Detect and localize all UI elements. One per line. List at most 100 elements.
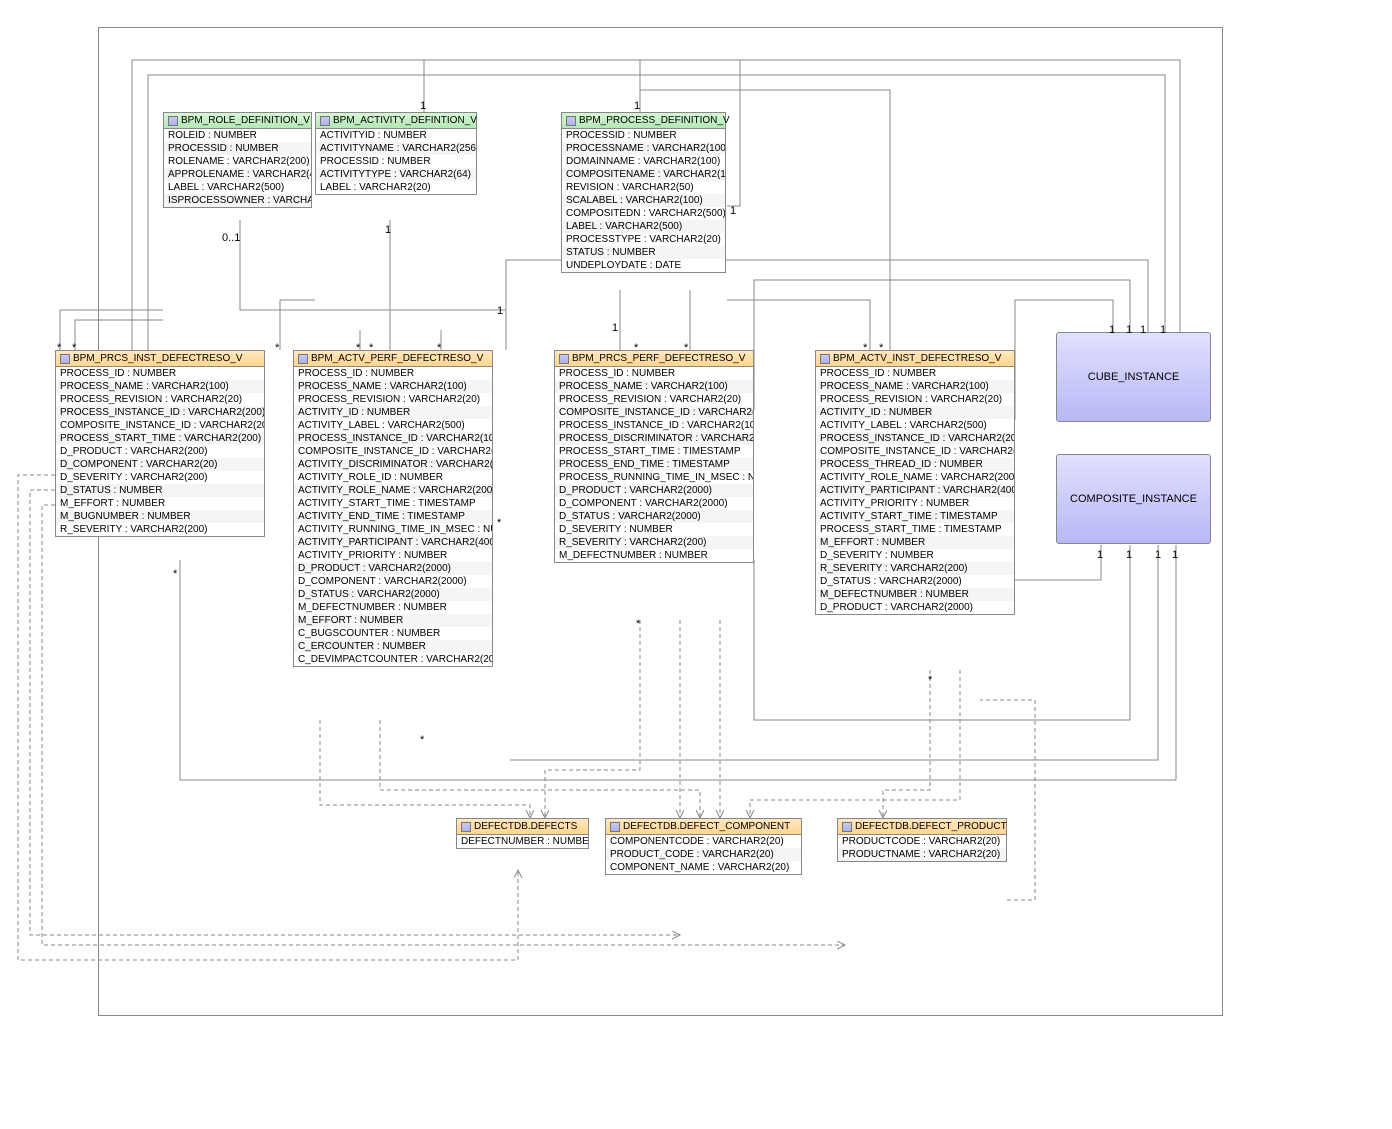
entity-header[interactable]: DEFECTDB.DEFECT_PRODUCT (838, 819, 1006, 835)
entity-field[interactable]: R_SEVERITY : VARCHAR2(200) (555, 536, 753, 549)
entity-field[interactable]: PROCESSID : NUMBER (164, 142, 311, 155)
entity-header[interactable]: BPM_ACTV_INST_DEFECTRESO_V (816, 351, 1014, 367)
entity-field[interactable]: COMPONENT_NAME : VARCHAR2(20) (606, 861, 801, 874)
entity-field[interactable]: C_DEVIMPACTCOUNTER : VARCHAR2(20) (294, 653, 492, 666)
entity-field[interactable]: STATUS : NUMBER (562, 246, 725, 259)
entity-field[interactable]: D_PRODUCT : VARCHAR2(2000) (555, 484, 753, 497)
entity-field[interactable]: D_SEVERITY : NUMBER (816, 549, 1014, 562)
entity-field[interactable]: COMPOSITEDN : VARCHAR2(500) (562, 207, 725, 220)
entity-field[interactable]: PROCESS_NAME : VARCHAR2(100) (816, 380, 1014, 393)
entity-field[interactable]: PROCESS_REVISION : VARCHAR2(20) (555, 393, 753, 406)
entity-field[interactable]: SCALABEL : VARCHAR2(100) (562, 194, 725, 207)
entity-field[interactable]: PROCESS_START_TIME : TIMESTAMP (816, 523, 1014, 536)
entity-field[interactable]: M_EFFORT : NUMBER (56, 497, 264, 510)
entity-field[interactable]: ACTIVITY_START_TIME : TIMESTAMP (294, 497, 492, 510)
entity-field[interactable]: PROCESSID : NUMBER (562, 129, 725, 142)
entity-field[interactable]: D_STATUS : VARCHAR2(2000) (816, 575, 1014, 588)
entity-field[interactable]: PROCESS_INSTANCE_ID : VARCHAR2(200) (56, 406, 264, 419)
entity-field[interactable]: APPROLENAME : VARCHAR2(40) (164, 168, 311, 181)
entity-field[interactable]: PROCESS_REVISION : VARCHAR2(20) (294, 393, 492, 406)
entity-field[interactable]: R_SEVERITY : VARCHAR2(200) (56, 523, 264, 536)
entity-field[interactable]: ACTIVITY_END_TIME : TIMESTAMP (294, 510, 492, 523)
entity-field[interactable]: COMPOSITE_INSTANCE_ID : VARCHAR2(1) (294, 445, 492, 458)
entity-field[interactable]: PROCESS_NAME : VARCHAR2(100) (294, 380, 492, 393)
entity-field[interactable]: ACTIVITY_DISCRIMINATOR : VARCHAR2(2) (294, 458, 492, 471)
entity-field[interactable]: DOMAINNAME : VARCHAR2(100) (562, 155, 725, 168)
entity-field[interactable]: M_DEFECTNUMBER : NUMBER (294, 601, 492, 614)
reference-box-compositeInstance[interactable]: COMPOSITE_INSTANCE (1056, 454, 1211, 544)
entity-field[interactable]: PROCESS_DISCRIMINATOR : VARCHAR2(2) (555, 432, 753, 445)
entity-field[interactable]: ACTIVITY_LABEL : VARCHAR2(500) (816, 419, 1014, 432)
entity-field[interactable]: M_EFFORT : NUMBER (294, 614, 492, 627)
entity-defects[interactable]: DEFECTDB.DEFECTSDEFECTNUMBER : NUMBER (456, 818, 589, 849)
entity-field[interactable]: REVISION : VARCHAR2(50) (562, 181, 725, 194)
entity-field[interactable]: M_EFFORT : NUMBER (816, 536, 1014, 549)
entity-field[interactable]: PROCESS_NAME : VARCHAR2(100) (56, 380, 264, 393)
entity-field[interactable]: ISPROCESSOWNER : VARCHAR2 (164, 194, 311, 207)
entity-header[interactable]: DEFECTDB.DEFECTS (457, 819, 588, 835)
entity-field[interactable]: LABEL : VARCHAR2(500) (164, 181, 311, 194)
entity-field[interactable]: D_COMPONENT : VARCHAR2(2000) (555, 497, 753, 510)
entity-field[interactable]: ACTIVITY_ID : NUMBER (294, 406, 492, 419)
entity-field[interactable]: PROCESS_ID : NUMBER (56, 367, 264, 380)
entity-activityDef[interactable]: BPM_ACTIVITY_DEFINTION_VACTIVITYID : NUM… (315, 112, 477, 195)
entity-actvInst[interactable]: BPM_ACTV_INST_DEFECTRESO_VPROCESS_ID : N… (815, 350, 1015, 615)
entity-field[interactable]: PROCESS_INSTANCE_ID : VARCHAR2(100) (555, 419, 753, 432)
entity-actvPerf[interactable]: BPM_ACTV_PERF_DEFECTRESO_VPROCESS_ID : N… (293, 350, 493, 667)
entity-field[interactable]: ACTIVITY_START_TIME : TIMESTAMP (816, 510, 1014, 523)
entity-field[interactable]: PRODUCTCODE : VARCHAR2(20) (838, 835, 1006, 848)
entity-field[interactable]: PROCESS_INSTANCE_ID : VARCHAR2(100) (294, 432, 492, 445)
entity-field[interactable]: D_PRODUCT : VARCHAR2(2000) (294, 562, 492, 575)
entity-field[interactable]: PROCESSTYPE : VARCHAR2(20) (562, 233, 725, 246)
entity-defectProduct[interactable]: DEFECTDB.DEFECT_PRODUCTPRODUCTCODE : VAR… (837, 818, 1007, 862)
entity-field[interactable]: COMPONENTCODE : VARCHAR2(20) (606, 835, 801, 848)
entity-field[interactable]: PROCESSNAME : VARCHAR2(100) (562, 142, 725, 155)
entity-field[interactable]: R_SEVERITY : VARCHAR2(200) (816, 562, 1014, 575)
entity-field[interactable]: D_PRODUCT : VARCHAR2(200) (56, 445, 264, 458)
entity-field[interactable]: D_PRODUCT : VARCHAR2(2000) (816, 601, 1014, 614)
entity-field[interactable]: COMPOSITENAME : VARCHAR2(10) (562, 168, 725, 181)
entity-field[interactable]: D_STATUS : VARCHAR2(2000) (294, 588, 492, 601)
entity-field[interactable]: PROCESS_START_TIME : VARCHAR2(200) (56, 432, 264, 445)
entity-field[interactable]: LABEL : VARCHAR2(20) (316, 181, 476, 194)
entity-header[interactable]: BPM_ROLE_DEFINITION_V (164, 113, 311, 129)
entity-field[interactable]: D_COMPONENT : VARCHAR2(20) (56, 458, 264, 471)
entity-field[interactable]: PROCESS_END_TIME : TIMESTAMP (555, 458, 753, 471)
entity-field[interactable]: PROCESSID : NUMBER (316, 155, 476, 168)
entity-header[interactable]: BPM_ACTV_PERF_DEFECTRESO_V (294, 351, 492, 367)
entity-field[interactable]: COMPOSITE_INSTANCE_ID : VARCHAR2(200) (56, 419, 264, 432)
entity-field[interactable]: ACTIVITY_PARTICIPANT : VARCHAR2(400) (294, 536, 492, 549)
entity-field[interactable]: COMPOSITE_INSTANCE_ID : VARCHAR2(2) (555, 406, 753, 419)
entity-field[interactable]: COMPOSITE_INSTANCE_ID : VARCHAR2(2) (816, 445, 1014, 458)
entity-field[interactable]: ACTIVITY_LABEL : VARCHAR2(500) (294, 419, 492, 432)
entity-field[interactable]: ACTIVITY_ROLE_ID : NUMBER (294, 471, 492, 484)
entity-field[interactable]: ACTIVITY_RUNNING_TIME_IN_MSEC : NUM (294, 523, 492, 536)
entity-field[interactable]: ACTIVITY_ID : NUMBER (816, 406, 1014, 419)
entity-field[interactable]: ACTIVITY_ROLE_NAME : VARCHAR2(200) (294, 484, 492, 497)
entity-field[interactable]: ROLENAME : VARCHAR2(200) (164, 155, 311, 168)
entity-processDef[interactable]: BPM_PROCESS_DEFINITION_VPROCESSID : NUMB… (561, 112, 726, 273)
entity-field[interactable]: M_BUGNUMBER : NUMBER (56, 510, 264, 523)
entity-field[interactable]: PRODUCTNAME : VARCHAR2(20) (838, 848, 1006, 861)
entity-field[interactable]: ACTIVITY_PRIORITY : NUMBER (816, 497, 1014, 510)
reference-box-cubeInstance[interactable]: CUBE_INSTANCE (1056, 332, 1211, 422)
entity-prcsInst[interactable]: BPM_PRCS_INST_DEFECTRESO_VPROCESS_ID : N… (55, 350, 265, 537)
entity-field[interactable]: ACTIVITY_PRIORITY : NUMBER (294, 549, 492, 562)
entity-field[interactable]: ACTIVITYTYPE : VARCHAR2(64) (316, 168, 476, 181)
entity-roleDef[interactable]: BPM_ROLE_DEFINITION_VROLEID : NUMBERPROC… (163, 112, 312, 208)
entity-header[interactable]: DEFECTDB.DEFECT_COMPONENT (606, 819, 801, 835)
entity-field[interactable]: DEFECTNUMBER : NUMBER (457, 835, 588, 848)
entity-field[interactable]: D_SEVERITY : NUMBER (555, 523, 753, 536)
entity-field[interactable]: PROCESS_NAME : VARCHAR2(100) (555, 380, 753, 393)
entity-field[interactable]: C_ERCOUNTER : NUMBER (294, 640, 492, 653)
entity-defectComponent[interactable]: DEFECTDB.DEFECT_COMPONENTCOMPONENTCODE :… (605, 818, 802, 875)
entity-field[interactable]: ACTIVITYNAME : VARCHAR2(256) (316, 142, 476, 155)
entity-field[interactable]: ACTIVITYID : NUMBER (316, 129, 476, 142)
entity-field[interactable]: PROCESS_THREAD_ID : NUMBER (816, 458, 1014, 471)
entity-field[interactable]: LABEL : VARCHAR2(500) (562, 220, 725, 233)
entity-field[interactable]: D_SEVERITY : VARCHAR2(200) (56, 471, 264, 484)
entity-field[interactable]: D_STATUS : NUMBER (56, 484, 264, 497)
entity-field[interactable]: PROCESS_START_TIME : TIMESTAMP (555, 445, 753, 458)
entity-header[interactable]: BPM_ACTIVITY_DEFINTION_V (316, 113, 476, 129)
entity-field[interactable]: PROCESS_ID : NUMBER (294, 367, 492, 380)
